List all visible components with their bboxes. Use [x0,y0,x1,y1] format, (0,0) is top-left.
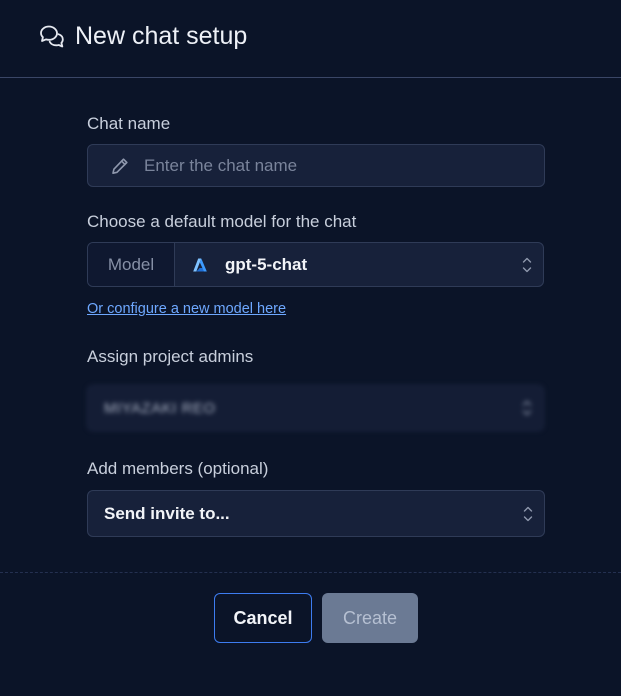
admins-label: Assign project admins [87,347,254,366]
dialog-header: New chat setup [0,0,621,78]
chevron-updown-icon [522,400,532,416]
members-selected-value: Send invite to... [104,503,230,523]
members-select[interactable]: Send invite to... [87,490,545,537]
model-selected-value: gpt-5-chat [225,254,308,274]
pencil-icon [112,157,128,174]
chevron-updown-icon [522,257,532,272]
cancel-button[interactable]: Cancel [214,593,312,643]
chat-name-field[interactable] [87,144,545,187]
create-button[interactable]: Create [322,593,418,643]
azure-icon [193,258,207,271]
chevron-updown-icon [523,506,533,521]
chat-name-input[interactable] [142,154,506,177]
chat-name-label: Chat name [87,114,171,133]
footer-divider [0,572,621,573]
model-select[interactable]: gpt-5-chat [175,243,543,286]
model-input-group: Model gpt-5-chat [87,242,544,287]
model-addon: Model [88,243,175,286]
dialog-title: New chat setup [75,22,248,50]
configure-model-link[interactable]: Or configure a new model here [87,301,286,317]
model-label: Choose a default model for the chat [87,212,357,231]
chat-bubbles-icon [40,25,64,47]
admins-selected-value: MIYAZAKI REO [104,399,216,417]
admins-select[interactable]: MIYAZAKI REO [87,385,544,431]
members-label: Add members (optional) [87,459,269,478]
new-chat-dialog: New chat setup Chat name Choose a defaul… [0,0,621,696]
